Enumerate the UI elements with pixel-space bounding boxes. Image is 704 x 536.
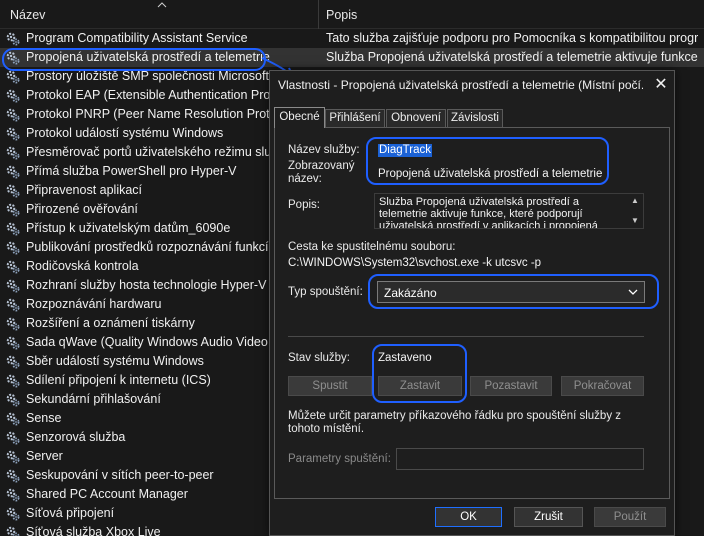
- start-parameters-input[interactable]: [396, 448, 644, 470]
- table-row[interactable]: Program Compatibility Assistant Service T…: [0, 29, 704, 48]
- row-highlight-annotation: [2, 48, 266, 71]
- column-header-description[interactable]: Popis: [326, 8, 357, 22]
- description-text: Služba Propojená uživatelská prostředí a…: [379, 196, 598, 229]
- gear-icon: [6, 526, 20, 536]
- close-icon[interactable]: ✕: [648, 72, 674, 98]
- gear-icon: [6, 450, 20, 464]
- description-label: Popis:: [288, 199, 320, 211]
- gear-icon: [6, 89, 20, 103]
- tab-recovery[interactable]: Obnovení: [386, 109, 446, 127]
- divider: [288, 336, 644, 337]
- pause-button[interactable]: Pozastavit: [470, 376, 552, 396]
- gear-icon: [6, 507, 20, 521]
- service-name: Program Compatibility Assistant Service: [26, 31, 248, 45]
- tab-dependencies[interactable]: Závislosti: [447, 109, 503, 127]
- gear-icon: [6, 469, 20, 483]
- gear-icon: [6, 355, 20, 369]
- gear-icon: [6, 279, 20, 293]
- resume-button[interactable]: Pokračovat: [561, 376, 644, 396]
- gear-icon: [6, 431, 20, 445]
- start-parameters-label: Parametry spuštění:: [288, 453, 391, 465]
- gear-icon: [6, 317, 20, 331]
- path-value: C:\WINDOWS\System32\svchost.exe -k utcsv…: [288, 257, 542, 269]
- gear-icon: [6, 184, 20, 198]
- list-header: Název Popis: [0, 0, 704, 29]
- gear-icon: [6, 393, 20, 407]
- properties-dialog: Vlastnosti - Propojená uživatelská prost…: [269, 70, 675, 536]
- description-field[interactable]: Služba Propojená uživatelská prostředí a…: [374, 193, 644, 229]
- apply-button[interactable]: Použít: [594, 507, 666, 527]
- gear-icon: [6, 374, 20, 388]
- gear-icon: [6, 108, 20, 122]
- service-name-label: Název služby:: [288, 144, 360, 156]
- gear-icon: [6, 165, 20, 179]
- column-header-name[interactable]: Název: [10, 8, 45, 22]
- gear-icon: [6, 32, 20, 46]
- sort-ascending-icon: [157, 0, 167, 11]
- service-status-label: Stav služby:: [288, 352, 350, 364]
- gear-icon: [6, 260, 20, 274]
- dialog-title: Vlastnosti - Propojená uživatelská prost…: [278, 78, 643, 92]
- path-label: Cesta ke spustitelnému souboru:: [288, 241, 456, 253]
- gear-icon: [6, 241, 20, 255]
- startup-highlight-annotation: [368, 274, 659, 309]
- tab-general[interactable]: Obecné: [274, 107, 325, 128]
- gear-icon: [6, 336, 20, 350]
- gear-icon: [6, 488, 20, 502]
- status-highlight-annotation: [372, 344, 467, 403]
- start-parameters-note: Můžete určit parametry příkazového řádku…: [288, 410, 622, 435]
- startup-type-label: Typ spouštění:: [288, 286, 363, 298]
- scroll-down-icon[interactable]: ▼: [631, 216, 639, 225]
- display-name-label-2: název:: [288, 173, 322, 185]
- service-description: Služba Propojená uživatelská prostředí a…: [326, 50, 698, 64]
- cancel-button[interactable]: Zrušit: [514, 507, 583, 527]
- service-description: Tato služba zajišťuje podporu pro Pomocn…: [326, 31, 698, 45]
- gear-icon: [6, 412, 20, 426]
- display-name-label: Zobrazovaný: [288, 160, 355, 172]
- gear-icon: [6, 146, 20, 160]
- gear-icon: [6, 70, 20, 84]
- tab-logon[interactable]: Přihlášení: [325, 109, 385, 127]
- gear-icon: [6, 222, 20, 236]
- scroll-up-icon[interactable]: ▲: [631, 196, 639, 205]
- gear-icon: [6, 298, 20, 312]
- ok-button[interactable]: OK: [435, 507, 502, 527]
- start-button[interactable]: Spustit: [288, 376, 372, 396]
- column-separator[interactable]: [318, 0, 319, 29]
- gear-icon: [6, 127, 20, 141]
- name-highlight-annotation: [366, 137, 609, 185]
- gear-icon: [6, 203, 20, 217]
- description-scrollbar[interactable]: ▲ ▼: [627, 194, 643, 228]
